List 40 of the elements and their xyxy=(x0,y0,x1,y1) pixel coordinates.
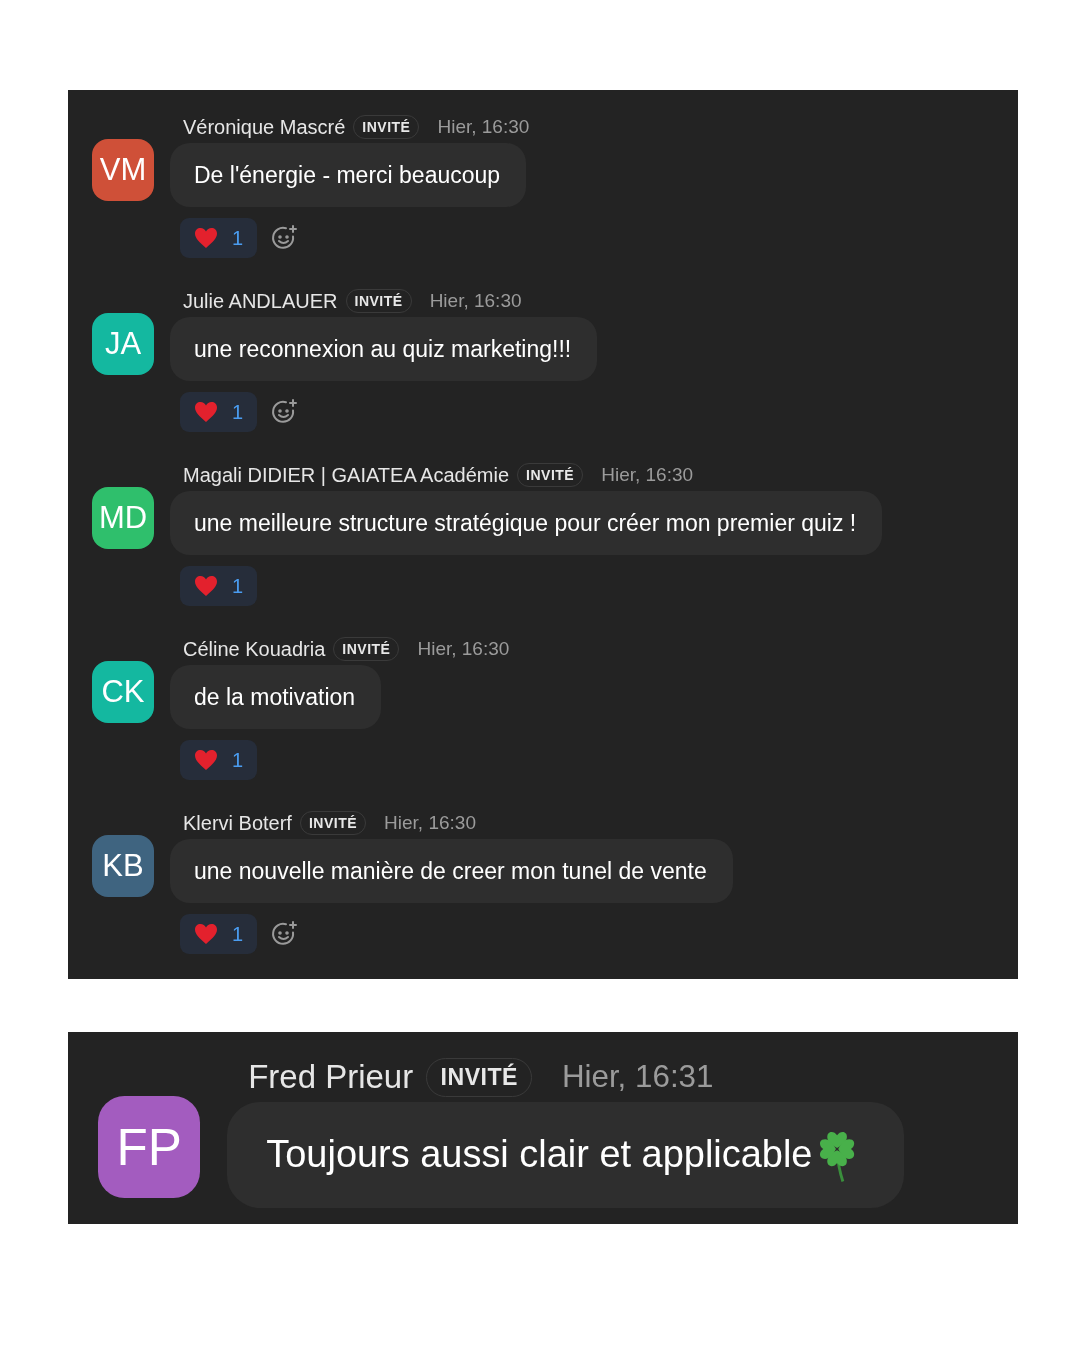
author-name: Klervi Boterf xyxy=(183,811,292,835)
author-name: Fred Prieur xyxy=(248,1058,414,1097)
message-time: Hier, 16:30 xyxy=(601,464,694,486)
reaction-button[interactable]: 1 xyxy=(180,566,258,606)
avatar: MD xyxy=(92,487,154,549)
add-reaction-icon xyxy=(271,398,300,426)
message-text: De l'énergie - merci beaucoup xyxy=(194,161,501,189)
avatar: JA xyxy=(92,313,154,375)
message-time: Hier, 16:30 xyxy=(384,812,476,834)
message-text: de la motivation xyxy=(194,683,356,711)
message-time: Hier, 16:30 xyxy=(437,116,530,138)
author-name: Magali DIDIER | GAIATEA Académie xyxy=(183,463,510,487)
add-reaction-icon xyxy=(271,920,300,948)
author-name: Véronique Mascré xyxy=(183,115,346,139)
message-text: une meilleure structure stratégique pour créer mon premier quiz ! xyxy=(194,509,857,537)
message-time: Hier, 16:30 xyxy=(429,290,522,312)
avatar: FP xyxy=(98,1096,201,1199)
message-text: une nouvelle manière de creer mon tunel de vente xyxy=(194,857,707,885)
author-name: Céline Kouadria xyxy=(183,637,326,661)
message-time: Hier, 16:31 xyxy=(561,1059,714,1096)
message-text: une reconnexion au quiz marketing!!! xyxy=(194,335,572,363)
add-reaction-icon xyxy=(271,224,300,252)
heart-icon xyxy=(194,749,218,771)
add-reaction-button[interactable] xyxy=(271,920,300,948)
heart-icon xyxy=(194,575,218,597)
author-name: Julie ANDLAUER xyxy=(183,289,338,313)
message-time: Hier, 16:30 xyxy=(417,638,510,660)
message-text: Toujours aussi clair et applicable xyxy=(266,1133,813,1177)
heart-icon xyxy=(194,401,218,423)
avatar: KB xyxy=(92,835,154,897)
reaction-button[interactable]: 1 xyxy=(180,914,258,954)
heart-icon xyxy=(194,923,218,945)
reaction-button[interactable]: 1 xyxy=(180,218,258,258)
reaction-button[interactable]: 1 xyxy=(180,392,258,432)
add-reaction-button[interactable] xyxy=(271,224,300,252)
add-reaction-button[interactable] xyxy=(271,398,300,426)
avatar: CK xyxy=(92,661,154,723)
reaction-button[interactable]: 1 xyxy=(180,740,258,780)
heart-icon xyxy=(194,227,218,249)
avatar: VM xyxy=(92,139,154,201)
